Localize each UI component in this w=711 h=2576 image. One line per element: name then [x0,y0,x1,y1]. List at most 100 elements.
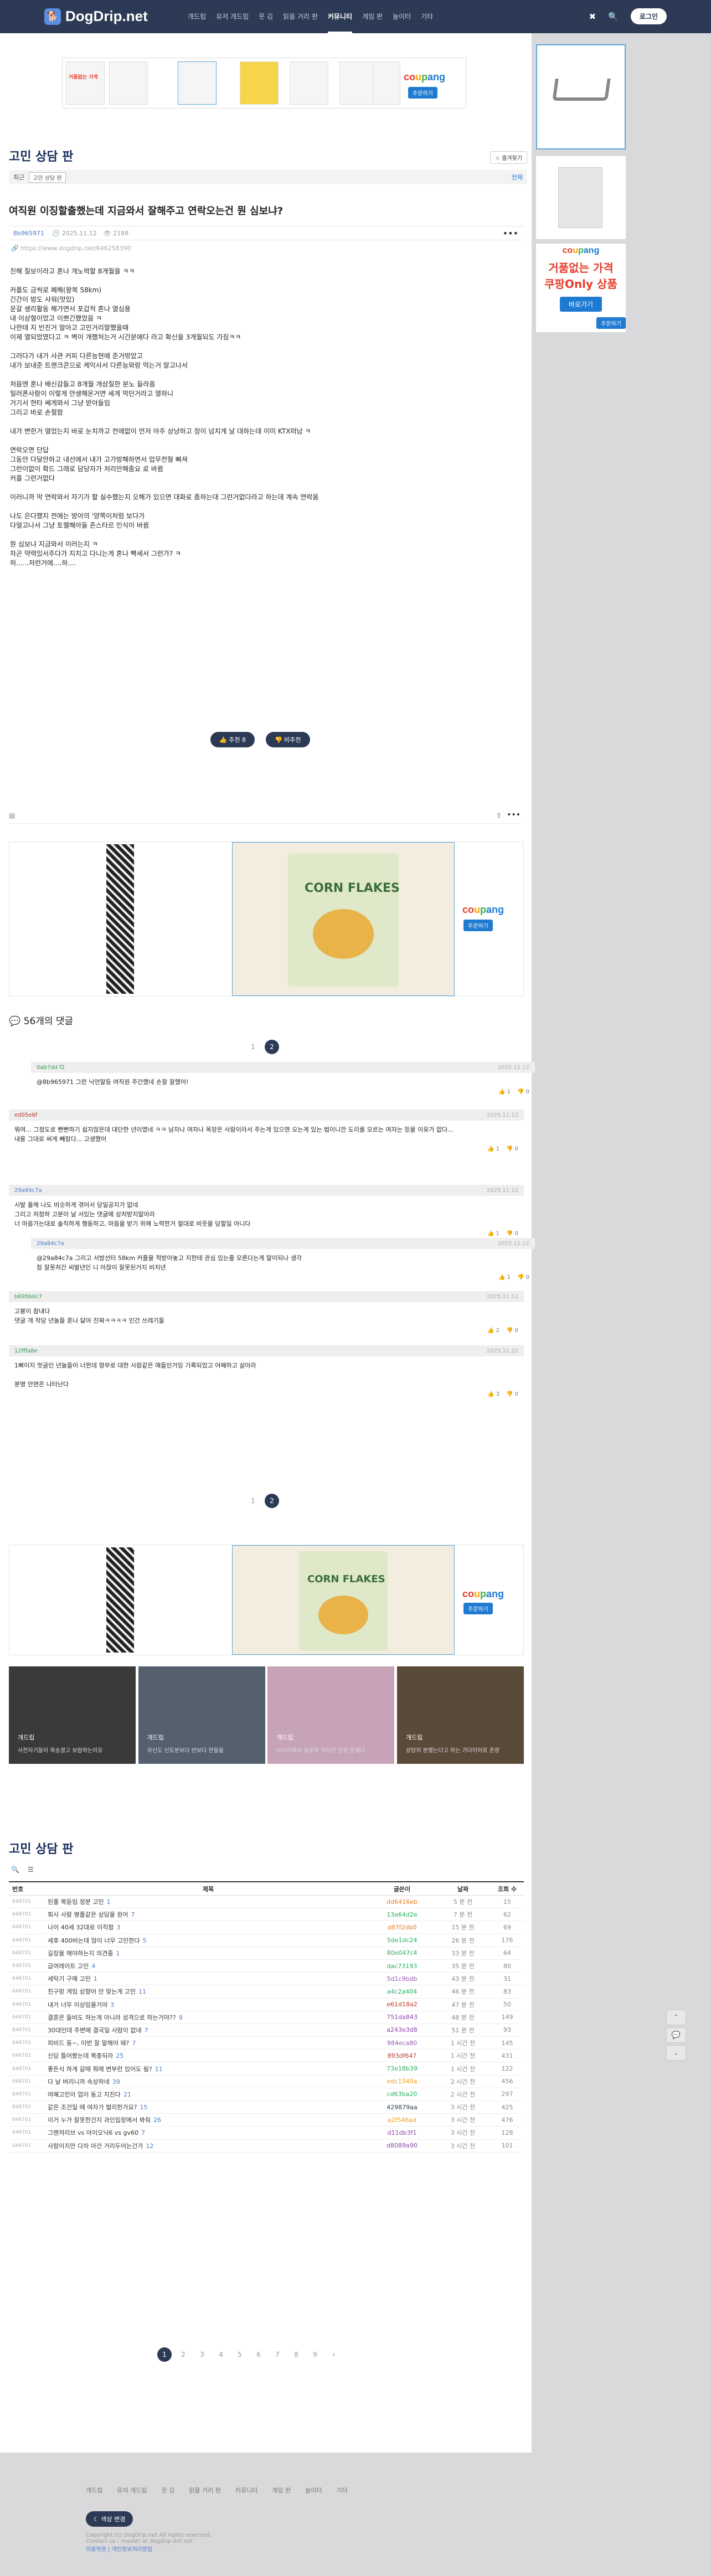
row-title-text[interactable]: 같은 조건일 때 여자가 벌리한가요? [48,2104,137,2111]
order-button[interactable]: 주문하기 [463,920,493,931]
recommend-card[interactable]: 개드립 상당히 분했는다고 하는 가다이어로 준장 [396,1666,524,1764]
row-title[interactable]: 사람이지만 다차 아건 거리두어는건가 12 [48,2141,369,2150]
ad-product-image[interactable] [106,844,134,994]
page-button[interactable]: 9 [308,2347,322,2362]
row-title-text[interactable]: 길장을 해야하는지 의견좀 [48,1950,113,1957]
login-button[interactable]: 로그인 [630,8,667,24]
row-title[interactable]: 신당 틀어봤는데 복충되라 25 [48,2051,369,2060]
page-button[interactable]: 6 [251,2347,266,2362]
row-title[interactable]: 이거 누가 잘못한건지 과인입장에서 봐줘 26 [48,2115,369,2124]
page-button[interactable]: 1 [157,2347,172,2362]
search-icon[interactable]: 🔍 [11,1866,19,1873]
favorite-button[interactable]: ☆ 즐겨찾기 [490,151,527,164]
row-author[interactable]: 429879aa [369,2104,435,2111]
cornflakes-ad-image[interactable]: CORN FLAKES [232,1545,455,1655]
table-row[interactable]: 646701 나이 40세 32대로 이직함 3 d87f2db0 15 분 전 69 [9,1921,524,1934]
row-title-text[interactable]: 급여레이트 고민 [48,1963,89,1970]
row-title-text[interactable]: 사람이지만 다차 아건 거리두어는건가 [48,2143,143,2150]
hanger-ad-image[interactable] [536,44,626,149]
page-button[interactable]: 8 [289,2347,303,2362]
row-author[interactable]: a2f546ad [369,2116,435,2124]
nav-item[interactable]: 놀이터 [393,0,411,33]
comment-upvote[interactable]: 👍 1 [487,1146,499,1152]
row-author[interactable]: cd63ba20 [369,2090,435,2098]
row-author[interactable]: 984eca80 [369,2040,435,2047]
row-title-text[interactable]: 다 날 버리니까 속상하네 [48,2078,110,2085]
row-title[interactable]: 세후 400버는데 많이 너무 고민한다 5 [48,1936,369,1945]
post-url[interactable]: 🔗 https://www.dogdrip.net/646258390 [11,245,131,252]
coupang-top-ad[interactable]: 거품없는 가격 coupang 주문하기 [62,58,466,109]
row-author[interactable]: d8089a90 [369,2142,435,2149]
close-icon[interactable]: ✖ [589,12,596,22]
nav-item[interactable]: 읽을 거리 판 [283,0,318,33]
nav-item[interactable]: 커뮤니티 [327,0,353,33]
row-title-text[interactable]: 결혼은 들비도 하는게 아니라 성격으로 하는거야?? [48,2014,176,2021]
table-row[interactable]: 646701 같은 조건일 때 여자가 벌리한가요? 15 429879aa 3 시간 … [9,2101,524,2114]
ad-product-image[interactable] [178,61,217,105]
policy-links[interactable]: 이용약관 | 개인정보처리방침 [86,2544,540,2553]
cornflakes-ad-image[interactable]: CORN FLAKES [232,842,455,996]
footer-link[interactable]: 웃 김 [161,2486,174,2495]
comment-downvote[interactable]: 👎 0 [517,1089,529,1095]
row-title-text[interactable]: 피비드 동~, 이번 잘 말해야 돼? [48,2040,129,2047]
row-title[interactable]: 친구랑 게임 상향어 안 맞는게 고민 11 [48,1987,369,1996]
row-title-text[interactable]: 여혜고민이 업이 동고 지진다 [48,2091,121,2098]
post-author[interactable]: 8b965971 [13,230,44,237]
footer-link[interactable]: 놀이터 [305,2486,322,2495]
coupang-banner[interactable]: coupang 거품없는 가격 쿠팡Only 상품 바로가기 주문하기 [536,244,626,332]
menu-icon[interactable]: ☰ [28,1866,34,1873]
row-author[interactable]: 5de1dc24 [369,1937,435,1944]
page-button[interactable]: 7 [270,2347,285,2362]
table-row[interactable]: 646701 급여레이트 고민 4 dac73193 35 분 전 80 [9,1960,524,1973]
row-title-text[interactable]: 세후 400버는데 많이 너무 고민한다 [48,1937,140,1944]
footer-link[interactable]: 커뮤니티 [235,2486,257,2495]
row-title-text[interactable]: 그랜저리브 vs 아이오닉6 vs gv60 [48,2129,138,2136]
row-title[interactable]: 그랜저리브 vs 아이오닉6 vs gv60 7 [48,2128,369,2137]
row-title[interactable]: 회사 사람 병풀같은 상담을 원어 7 [48,1910,369,1919]
table-row[interactable]: 646701 신당 틀어봤는데 복충되라 25 893df647 1 시간 전 431 [9,2050,524,2063]
comment-upvote[interactable]: 👍 1 [487,1231,499,1237]
next-page-button[interactable]: › [327,2347,341,2362]
table-row[interactable]: 646701 이거 누가 잘못한건지 과인입장에서 봐줘 26 a2f546ad 3 시… [9,2114,524,2127]
recommend-card[interactable]: 개드립 자신도 신도분보다 반보다 한들을 [138,1666,265,1764]
page-button[interactable]: 2 [265,1040,279,1054]
theme-toggle-button[interactable]: ☾ 색상 변경 [86,2511,133,2527]
comment-author[interactable]: 12fffa8e [14,1348,38,1354]
comment-icon[interactable]: 💬 [666,2027,686,2043]
comment-downvote[interactable]: 👎 0 [506,1146,518,1152]
row-author[interactable]: e61d18a2 [369,2001,435,2008]
table-row[interactable]: 646701 세후 400버는데 많이 너무 고민한다 5 5de1dc24 26 분 … [9,1934,524,1947]
comment-author[interactable]: 29a84c7a [14,1188,42,1194]
row-title[interactable]: 좋돈식 하게 갈때 뭐에 변부런 있어도 됨? 11 [48,2064,369,2073]
row-title-text[interactable]: 친구랑 게임 상향어 안 맞는게 고민 [48,1988,136,1995]
row-title[interactable]: 다 날 버리니까 속상하네 39 [48,2077,369,2086]
row-title[interactable]: 같은 조건일 때 여자가 벌리한가요? 15 [48,2103,369,2112]
row-author[interactable]: 5d1c9bdb [369,1975,435,1983]
row-title-text[interactable]: 30대인데 주변에 결국일 사람이 없네 [48,2027,142,2034]
row-title-text[interactable]: 나이 40세 32대로 이직함 [48,1924,114,1931]
list-title[interactable]: 고민 상담 판 [9,1839,74,1857]
order-button[interactable]: 주문하기 [408,87,437,99]
nav-item[interactable]: 웃 김 [259,0,273,33]
comment-author[interactable]: 29a84c7a [37,1241,64,1247]
more-icon[interactable]: ••• [507,811,521,819]
coupang-bottom-ad[interactable]: CORN FLAKES coupang 주문하기 [9,1545,524,1655]
row-title-text[interactable]: 이거 누가 잘못한건지 과인입장에서 봐줘 [48,2116,151,2124]
row-title-text[interactable]: 세탁기 구매 고민 [48,1975,91,1983]
row-author[interactable]: a4c2a404 [369,1988,435,1995]
page-button[interactable]: 2 [176,2347,190,2362]
row-author[interactable]: dd6416eb [369,1898,435,1906]
nav-item[interactable]: 유저 개드립 [216,0,249,33]
site-logo[interactable]: 🐕 DogDrip.net [44,8,148,25]
table-row[interactable]: 646701 된풀 복듣임 정분 고민 1 dd6416eb 5 분 전 15 [9,1896,524,1909]
comment-upvote[interactable]: 👍 1 [498,1274,511,1281]
table-row[interactable]: 646701 피비드 동~, 이번 잘 말해야 돼? 7 984eca80 1 시간 전… [9,2037,524,2050]
board-title[interactable]: 고민 상담 판 [9,147,74,164]
page-button[interactable]: 1 [246,1040,260,1054]
row-author[interactable]: dac73193 [369,1963,435,1970]
table-row[interactable]: 646701 회사 사람 병풀같은 상담을 원어 7 13e64d2e 7 분 전 62 [9,1908,524,1922]
ad-product-image[interactable] [106,1547,134,1653]
nav-item[interactable]: 기타 [421,0,433,33]
product-ad-image[interactable] [536,156,626,239]
table-row[interactable]: 646701 내가 너무 이상임을거야 3 e61d18a2 47 분 전 50 [9,1999,524,2011]
